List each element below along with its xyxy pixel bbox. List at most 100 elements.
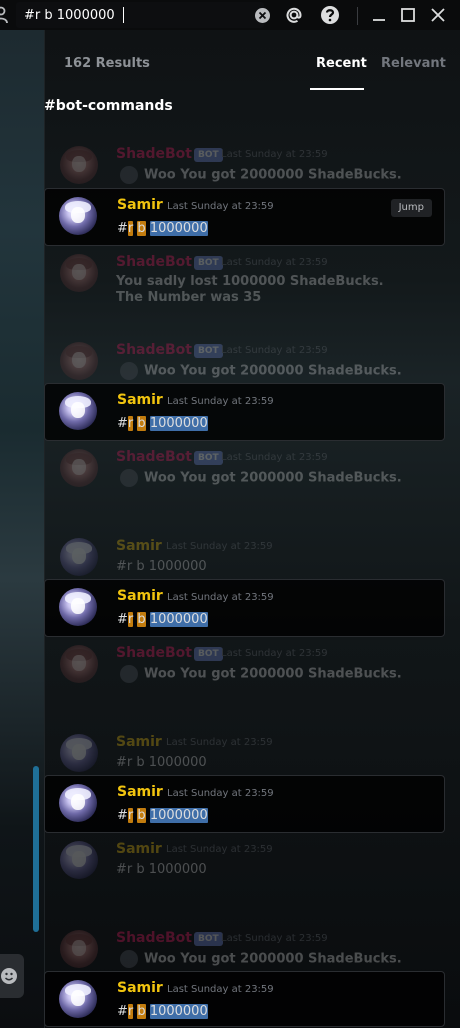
context-message: ShadeBot BOT Last Sunday at 23:59 Woo Yo… bbox=[44, 140, 445, 186]
highlight: b bbox=[137, 612, 146, 627]
highlight: 1000000 bbox=[149, 1004, 208, 1019]
search-result-message[interactable]: Samir Last Sunday at 23:59 #r b 1000000 … bbox=[44, 188, 445, 246]
mini-avatar bbox=[120, 362, 138, 380]
context-message: ShadeBot BOT Last Sunday at 23:59 Woo Yo… bbox=[44, 443, 445, 489]
mini-avatar bbox=[120, 665, 138, 683]
author-name[interactable]: Samir bbox=[116, 841, 162, 857]
mentions-icon[interactable] bbox=[283, 4, 305, 26]
author-name[interactable]: Samir bbox=[116, 734, 162, 750]
search-result-message[interactable]: Samir Last Sunday at 23:59 #r b 1000000 bbox=[44, 579, 445, 637]
highlight: 1000000 bbox=[149, 808, 208, 823]
bot-message-text: Woo You got 2000000 ShadeBucks. bbox=[120, 469, 402, 487]
scrollbar-thumb[interactable] bbox=[33, 766, 39, 932]
author-name[interactable]: Samir bbox=[117, 197, 163, 213]
message-content: #r b 1000000 bbox=[117, 808, 208, 823]
clear-search-icon[interactable] bbox=[255, 8, 270, 23]
message-content: #r b 1000000 bbox=[117, 1004, 208, 1019]
avatar[interactable] bbox=[59, 784, 97, 822]
timestamp: Last Sunday at 23:59 bbox=[166, 541, 273, 552]
highlight: r bbox=[127, 808, 134, 823]
context-message: ShadeBot BOT Last Sunday at 23:59 Woo Yo… bbox=[44, 924, 445, 970]
context-message: ShadeBot BOT Last Sunday at 23:59 You sa… bbox=[44, 248, 445, 302]
timestamp: Last Sunday at 23:59 bbox=[166, 844, 273, 855]
author-name[interactable]: ShadeBot bbox=[116, 254, 192, 270]
avatar[interactable] bbox=[60, 449, 98, 487]
jump-button[interactable]: Jump bbox=[390, 199, 432, 217]
author-name[interactable]: ShadeBot bbox=[116, 930, 192, 946]
bot-message-text: Woo You got 2000000 ShadeBucks. bbox=[120, 665, 402, 683]
tab-relevant[interactable]: Relevant bbox=[381, 56, 446, 71]
search-result-message[interactable]: Samir Last Sunday at 23:59 #r b 1000000 bbox=[44, 775, 445, 833]
close-icon[interactable] bbox=[427, 4, 449, 26]
member-list-icon[interactable] bbox=[0, 6, 8, 24]
highlight: b bbox=[137, 221, 146, 236]
avatar[interactable] bbox=[60, 342, 98, 380]
avatar[interactable] bbox=[59, 980, 97, 1018]
avatar[interactable] bbox=[60, 930, 98, 968]
author-name[interactable]: ShadeBot bbox=[116, 342, 192, 358]
help-icon[interactable] bbox=[319, 4, 341, 26]
highlight: r bbox=[127, 221, 134, 236]
results-header: 162 Results Recent Relevant bbox=[44, 42, 460, 90]
avatar[interactable] bbox=[60, 734, 98, 772]
timestamp: Last Sunday at 23:59 bbox=[167, 396, 274, 407]
author-name[interactable]: Samir bbox=[117, 980, 163, 996]
timestamp: Last Sunday at 23:59 bbox=[166, 737, 273, 748]
mini-avatar bbox=[120, 166, 138, 184]
avatar[interactable] bbox=[60, 538, 98, 576]
bot-tag: BOT bbox=[194, 932, 223, 946]
bot-message-text: Woo You got 2000000 ShadeBucks. bbox=[120, 950, 402, 968]
bot-message-text: Woo You got 2000000 ShadeBucks. bbox=[120, 166, 402, 184]
bot-tag: BOT bbox=[194, 256, 223, 270]
highlight: 1000000 bbox=[149, 221, 208, 236]
channel-name[interactable]: #bot-commands bbox=[44, 98, 173, 114]
tab-recent[interactable]: Recent bbox=[316, 56, 367, 71]
avatar[interactable] bbox=[60, 645, 98, 683]
timestamp: Last Sunday at 23:59 bbox=[221, 345, 328, 356]
search-input[interactable] bbox=[24, 5, 234, 25]
author-name[interactable]: Samir bbox=[117, 588, 163, 604]
timestamp: Last Sunday at 23:59 bbox=[167, 592, 274, 603]
highlight: r bbox=[127, 416, 134, 431]
timestamp: Last Sunday at 23:59 bbox=[167, 984, 274, 995]
results-count: 162 Results bbox=[64, 56, 150, 71]
context-message: ShadeBot BOT Last Sunday at 23:59 Woo Yo… bbox=[44, 639, 445, 685]
highlight: b bbox=[137, 416, 146, 431]
bot-tag: BOT bbox=[194, 148, 223, 162]
message-content: #r b 1000000 bbox=[117, 416, 208, 431]
author-name[interactable]: Samir bbox=[117, 392, 163, 408]
author-name[interactable]: Samir bbox=[116, 538, 162, 554]
bot-tag: BOT bbox=[194, 647, 223, 661]
timestamp: Last Sunday at 23:59 bbox=[167, 201, 274, 212]
author-name[interactable]: Samir bbox=[117, 784, 163, 800]
highlight: b bbox=[137, 1004, 146, 1019]
timestamp: Last Sunday at 23:59 bbox=[221, 452, 328, 463]
highlight: r bbox=[127, 612, 134, 627]
author-name[interactable]: ShadeBot bbox=[116, 146, 192, 162]
mini-avatar bbox=[120, 469, 138, 487]
context-message: Samir Last Sunday at 23:59 #r b 1000000 bbox=[44, 532, 445, 578]
avatar[interactable] bbox=[59, 392, 97, 430]
minimize-icon[interactable] bbox=[368, 4, 390, 26]
author-name[interactable]: ShadeBot bbox=[116, 645, 192, 661]
tab-active-indicator bbox=[310, 88, 364, 90]
text-caret bbox=[123, 7, 124, 23]
emoji-icon[interactable] bbox=[0, 954, 24, 998]
avatar[interactable] bbox=[59, 588, 97, 626]
search-result-message[interactable]: Samir Last Sunday at 23:59 #r b 1000000 bbox=[44, 383, 445, 441]
context-message: Samir Last Sunday at 23:59 #r b 1000000 bbox=[44, 835, 445, 881]
avatar[interactable] bbox=[60, 841, 98, 879]
highlight: 1000000 bbox=[149, 416, 208, 431]
message-content: #r b 1000000 bbox=[116, 755, 207, 770]
bot-message-text: Woo You got 2000000 ShadeBucks. bbox=[120, 362, 402, 380]
maximize-icon[interactable] bbox=[397, 4, 419, 26]
avatar[interactable] bbox=[60, 254, 98, 292]
message-content: #r b 1000000 bbox=[116, 862, 207, 877]
timestamp: Last Sunday at 23:59 bbox=[221, 933, 328, 944]
avatar[interactable] bbox=[59, 197, 97, 235]
avatar[interactable] bbox=[60, 146, 98, 184]
author-name[interactable]: ShadeBot bbox=[116, 449, 192, 465]
highlight: b bbox=[137, 808, 146, 823]
title-bar bbox=[0, 0, 460, 30]
search-result-message[interactable]: Samir Last Sunday at 23:59 #r b 1000000 bbox=[44, 971, 445, 1027]
